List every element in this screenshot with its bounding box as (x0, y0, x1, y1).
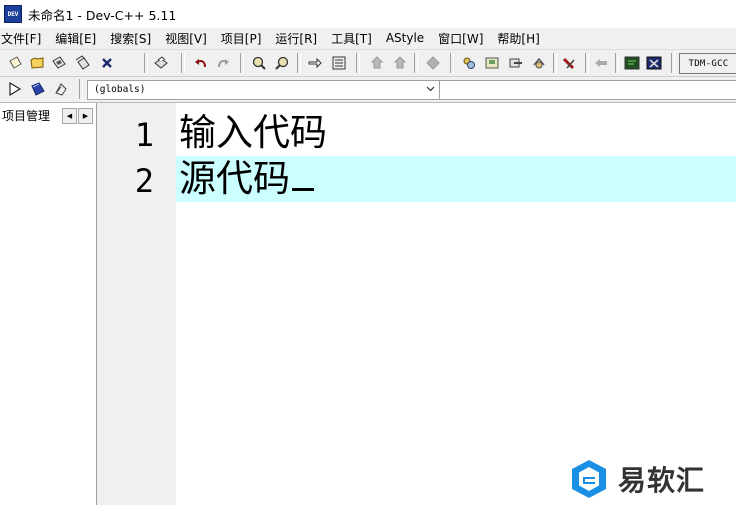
code-text: 源代码 (179, 157, 290, 200)
text-cursor (292, 188, 314, 191)
line-number-gutter: 1 2 (103, 103, 176, 505)
menu-view[interactable]: 视图[V] (164, 30, 213, 47)
tab-scroll-right-icon[interactable]: ▶ (78, 108, 93, 124)
class-browser-icon[interactable] (483, 54, 501, 72)
console-icon[interactable] (623, 54, 641, 72)
new-file-icon[interactable] (6, 54, 24, 72)
menu-run[interactable]: 运行[R] (274, 30, 323, 47)
devcpp-app-icon[interactable]: DEV (4, 5, 22, 23)
watermark: 易软汇 (568, 458, 705, 500)
toolbar-separator (79, 79, 83, 99)
menu-file[interactable]: 文件[F] (0, 30, 47, 47)
toolbar-separator (553, 53, 557, 73)
compile-run-icon[interactable] (29, 80, 47, 98)
panel-tab-label: 项目管理 (2, 108, 51, 123)
toolbar-separator (671, 53, 675, 73)
code-editor[interactable]: 输入代码 源代码 (176, 103, 736, 505)
open-folder-icon[interactable] (28, 54, 46, 72)
toolbar-separator (144, 53, 148, 73)
toolbar-separator (585, 53, 589, 73)
toggle-bookmark-icon[interactable] (330, 54, 348, 72)
toolbar-separator (297, 53, 301, 73)
menu-edit[interactable]: 编辑[E] (54, 30, 102, 47)
yiruanhui-logo (572, 460, 606, 498)
menu-bar: 文件[F] 编辑[E] 搜索[S] 视图[V] 项目[P] 运行[R] 工具[T… (0, 28, 736, 48)
unindent-icon[interactable] (391, 54, 409, 72)
member-dropdown[interactable] (439, 80, 736, 100)
line-number: 2 (134, 162, 154, 200)
code-line[interactable]: 输入代码 (176, 110, 736, 156)
undo-icon[interactable] (192, 54, 210, 72)
print-icon[interactable] (152, 54, 170, 72)
toolbar-separator (414, 53, 418, 73)
profile-icon[interactable] (560, 54, 578, 72)
menu-astyle[interactable]: AStyle (385, 31, 430, 45)
menu-project[interactable]: 项目[P] (220, 30, 268, 47)
menu-help[interactable]: 帮助[H] (496, 30, 545, 47)
title-bar: DEV 未命名1 - Dev-C++ 5.11 (0, 0, 736, 28)
toolbar-separator (181, 53, 185, 73)
menu-tools[interactable]: 工具[T] (330, 30, 378, 47)
goto-line-icon[interactable] (306, 54, 324, 72)
save-all-icon[interactable] (74, 54, 92, 72)
project-options-icon[interactable] (507, 54, 525, 72)
line-number: 1 (134, 116, 154, 154)
replace-icon[interactable] (274, 54, 292, 72)
scope-dropdown[interactable]: (globals) (87, 80, 440, 100)
chevron-down-icon[interactable] (425, 83, 436, 97)
main-toolbar: TDM-GCC (0, 49, 736, 77)
exit-icon[interactable] (592, 54, 610, 72)
code-text: 输入代码 (179, 111, 327, 154)
watermark-text: 易软汇 (618, 464, 706, 497)
debug-icon[interactable] (530, 54, 548, 72)
toolbar-separator (240, 53, 244, 73)
tab-scroll-left-icon[interactable]: ◀ (62, 108, 77, 124)
new-project-icon[interactable] (460, 54, 478, 72)
toolbar-separator (615, 53, 619, 73)
project-panel: 项目管理 ◀ ▶ (0, 103, 97, 505)
toolbar-separator (450, 53, 454, 73)
menu-window[interactable]: 窗口[W] (437, 30, 489, 47)
run-icon[interactable] (6, 80, 24, 98)
secondary-toolbar: (globals) (0, 77, 736, 103)
indent-icon[interactable] (368, 54, 386, 72)
window-title: 未命名1 - Dev-C++ 5.11 (28, 7, 177, 23)
menu-search[interactable]: 搜索[S] (109, 30, 157, 47)
compiler-selector[interactable]: TDM-GCC (679, 53, 736, 74)
rebuild-icon[interactable] (52, 80, 70, 98)
redo-icon[interactable] (214, 54, 232, 72)
current-code-line[interactable]: 源代码 (176, 156, 736, 202)
close-file-icon[interactable] (98, 54, 116, 72)
toolbar-separator (356, 53, 360, 73)
compile-icon[interactable] (424, 54, 442, 72)
find-icon[interactable] (250, 54, 268, 72)
about-icon[interactable] (645, 54, 663, 72)
scope-value: (globals) (94, 84, 146, 95)
save-icon[interactable] (50, 54, 68, 72)
